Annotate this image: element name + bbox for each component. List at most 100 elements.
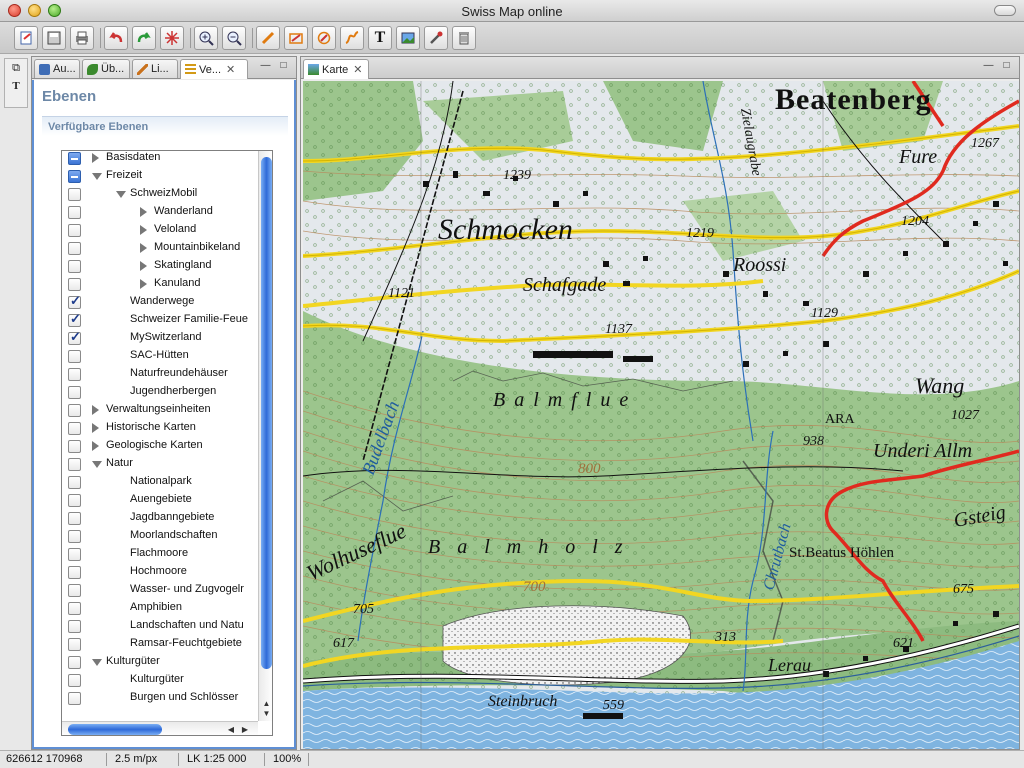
layer-checkbox[interactable] bbox=[68, 170, 81, 183]
layer-checkbox[interactable] bbox=[68, 224, 81, 237]
layer-checkbox[interactable] bbox=[68, 656, 81, 669]
minimize-panel-icon[interactable]: — bbox=[260, 61, 271, 72]
tab-au[interactable]: Au... bbox=[34, 59, 80, 78]
layer-tree-row[interactable]: Natur bbox=[62, 455, 258, 473]
layer-checkbox[interactable] bbox=[68, 152, 81, 165]
layer-tree-row[interactable]: Hochmoore bbox=[62, 563, 258, 581]
layer-checkbox[interactable] bbox=[68, 458, 81, 471]
layer-checkbox[interactable] bbox=[68, 530, 81, 543]
disclosure-collapsed-icon[interactable] bbox=[140, 243, 147, 253]
section-header[interactable]: Verfügbare Ebenen bbox=[42, 116, 288, 136]
layer-tree-row[interactable]: Wanderwege bbox=[62, 293, 258, 311]
layer-tree-row[interactable]: Flachmoore bbox=[62, 545, 258, 563]
text-button[interactable]: T bbox=[368, 26, 392, 50]
layer-tree-row[interactable]: SAC-Hütten bbox=[62, 347, 258, 365]
disclosure-collapsed-icon[interactable] bbox=[92, 423, 99, 433]
layer-tree-row[interactable]: Historische Karten bbox=[62, 419, 258, 437]
maximize-map-icon[interactable]: □ bbox=[1001, 61, 1012, 72]
layer-tree-row[interactable]: Skatingland bbox=[62, 257, 258, 275]
disclosure-collapsed-icon[interactable] bbox=[92, 153, 99, 163]
layer-checkbox[interactable] bbox=[68, 512, 81, 525]
print-button[interactable] bbox=[70, 26, 94, 50]
layer-tree-row[interactable]: Kulturgüter bbox=[62, 653, 258, 671]
layer-checkbox[interactable] bbox=[68, 422, 81, 435]
layer-checkbox[interactable] bbox=[68, 620, 81, 633]
layer-tree-hscrollbar[interactable]: ◀ ▶ bbox=[62, 721, 258, 735]
layer-tree-row[interactable]: Moorlandschaften bbox=[62, 527, 258, 545]
disclosure-expanded-icon[interactable] bbox=[92, 659, 102, 666]
layer-tree-row[interactable]: Schweizer Familie-Feue bbox=[62, 311, 258, 329]
draw-line-button[interactable] bbox=[256, 26, 280, 50]
disclosure-collapsed-icon[interactable] bbox=[92, 441, 99, 451]
layer-tree-row[interactable]: Wasser- und Zugvogelr bbox=[62, 581, 258, 599]
tab-karte[interactable]: Karte ✕ bbox=[303, 59, 369, 79]
layer-tree-row[interactable]: Freizeit bbox=[62, 167, 258, 185]
layer-checkbox[interactable] bbox=[68, 584, 81, 597]
layer-checkbox[interactable] bbox=[68, 278, 81, 291]
export-button[interactable] bbox=[14, 26, 38, 50]
layer-tree-row[interactable]: Mountainbikeland bbox=[62, 239, 258, 257]
layer-checkbox[interactable] bbox=[68, 440, 81, 453]
disclosure-collapsed-icon[interactable] bbox=[140, 279, 147, 289]
layer-checkbox[interactable] bbox=[68, 404, 81, 417]
vscroll-thumb[interactable] bbox=[261, 157, 272, 669]
layer-checkbox[interactable] bbox=[68, 386, 81, 399]
layer-tree-row[interactable]: Ramsar-Feuchtgebiete bbox=[62, 635, 258, 653]
redo-button[interactable] bbox=[132, 26, 156, 50]
layer-checkbox[interactable] bbox=[68, 476, 81, 489]
restore-icon[interactable]: ⧉ bbox=[5, 59, 27, 77]
trash-button[interactable] bbox=[452, 26, 476, 50]
disclosure-expanded-icon[interactable] bbox=[92, 461, 102, 468]
layer-tree-row[interactable]: Landschaften und Natu bbox=[62, 617, 258, 635]
layer-checkbox[interactable] bbox=[68, 548, 81, 561]
layer-tree-row[interactable]: Burgen und Schlösser bbox=[62, 689, 258, 707]
layer-checkbox[interactable] bbox=[68, 638, 81, 651]
layer-checkbox[interactable] bbox=[68, 692, 81, 705]
save-button[interactable] bbox=[42, 26, 66, 50]
scroll-up-arrow-icon[interactable]: ▲ bbox=[261, 699, 272, 709]
layer-tree-row[interactable]: Jugendherbergen bbox=[62, 383, 258, 401]
layer-tree-row[interactable]: Kanuland bbox=[62, 275, 258, 293]
image-button[interactable] bbox=[396, 26, 420, 50]
zoom-in-button[interactable] bbox=[194, 26, 218, 50]
layer-tree-row[interactable]: Geologische Karten bbox=[62, 437, 258, 455]
maximize-panel-icon[interactable]: □ bbox=[278, 61, 289, 72]
draw-circle-button[interactable] bbox=[312, 26, 336, 50]
layer-checkbox[interactable] bbox=[68, 293, 81, 309]
scroll-left-arrow-icon[interactable]: ◀ bbox=[226, 724, 236, 735]
layer-tree-row[interactable]: Verwaltungseinheiten bbox=[62, 401, 258, 419]
close-tab-icon[interactable]: ✕ bbox=[226, 63, 235, 76]
text-tool-icon[interactable]: T bbox=[5, 77, 27, 95]
disclosure-collapsed-icon[interactable] bbox=[140, 261, 147, 271]
layer-tree-row[interactable]: Veloland bbox=[62, 221, 258, 239]
draw-polygon-button[interactable] bbox=[284, 26, 308, 50]
layer-tree-row[interactable]: SchweizMobil bbox=[62, 185, 258, 203]
layer-tree-row[interactable]: Auengebiete bbox=[62, 491, 258, 509]
layer-tree-row[interactable]: Kulturgüter bbox=[62, 671, 258, 689]
layer-tree-row[interactable]: Naturfreundehäuser bbox=[62, 365, 258, 383]
disclosure-expanded-icon[interactable] bbox=[116, 191, 126, 198]
layer-checkbox[interactable] bbox=[68, 188, 81, 201]
undo-button[interactable] bbox=[104, 26, 128, 50]
layer-tree-row[interactable]: Wanderland bbox=[62, 203, 258, 221]
layer-checkbox[interactable] bbox=[68, 602, 81, 615]
layer-checkbox[interactable] bbox=[68, 242, 81, 255]
minimize-map-icon[interactable]: — bbox=[983, 61, 994, 72]
scroll-down-arrow-icon[interactable]: ▼ bbox=[261, 709, 272, 719]
hscroll-thumb[interactable] bbox=[68, 724, 162, 735]
disclosure-collapsed-icon[interactable] bbox=[140, 207, 147, 217]
layer-checkbox[interactable] bbox=[68, 329, 81, 345]
layer-tree-vscrollbar[interactable]: ▲ ▼ bbox=[258, 151, 272, 721]
layer-checkbox[interactable] bbox=[68, 350, 81, 363]
layer-checkbox[interactable] bbox=[68, 206, 81, 219]
layer-tree-row[interactable]: Amphibien bbox=[62, 599, 258, 617]
layer-checkbox[interactable] bbox=[68, 674, 81, 687]
tab-li[interactable]: Li... bbox=[132, 59, 178, 78]
layer-tree-row[interactable]: Nationalpark bbox=[62, 473, 258, 491]
disclosure-collapsed-icon[interactable] bbox=[140, 225, 147, 235]
draw-route-button[interactable] bbox=[340, 26, 364, 50]
scroll-right-arrow-icon[interactable]: ▶ bbox=[240, 724, 250, 735]
tab-ub[interactable]: Üb... bbox=[82, 59, 130, 78]
layer-checkbox[interactable] bbox=[68, 494, 81, 507]
tools-button[interactable] bbox=[424, 26, 448, 50]
